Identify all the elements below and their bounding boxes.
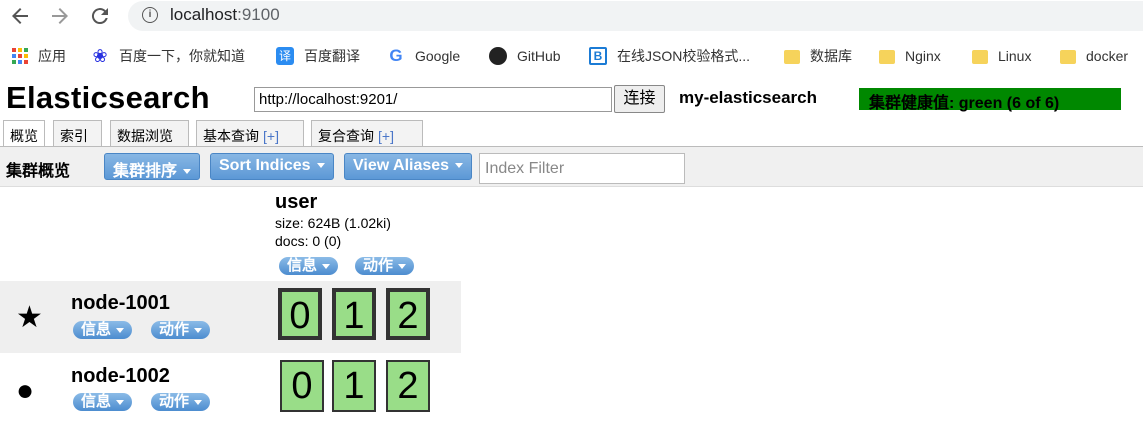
app-title: Elasticsearch (6, 80, 210, 115)
cluster-health-badge: 集群健康值: green (6 of 6) (859, 88, 1121, 112)
bookmark-json-validator[interactable]: B 在线JSON校验格式... (589, 45, 750, 67)
node-info-button[interactable]: 信息 (73, 321, 133, 339)
url-box[interactable]: i localhost:9100 (128, 1, 1143, 31)
node-info-button[interactable]: 信息 (73, 393, 133, 411)
index-action-button[interactable]: 动作 (355, 257, 415, 275)
folder-icon (784, 50, 800, 64)
node-action-button[interactable]: 动作 (151, 393, 211, 411)
chevron-down-icon (316, 163, 325, 169)
info-icon[interactable]: i (142, 7, 158, 23)
chevron-down-icon (194, 327, 203, 333)
bookmark-folder-linux[interactable]: Linux (972, 45, 1031, 67)
shard-replica[interactable]: 0 (280, 360, 324, 412)
bookmark-folder-docker[interactable]: docker (1060, 45, 1128, 67)
index-size: size: 624B (1.02ki) (275, 215, 391, 231)
index-name: user (275, 191, 318, 213)
chevron-down-icon (194, 399, 203, 405)
chevron-down-icon (116, 327, 125, 333)
tab-indices[interactable]: 索引 (53, 120, 102, 147)
bookmark-baidu[interactable]: ❀ 百度一下，你就知道 (91, 45, 245, 67)
chevron-down-icon (183, 169, 192, 175)
shard-replica[interactable]: 1 (332, 360, 376, 412)
cluster-sort-button[interactable]: 集群排序 (104, 153, 201, 180)
bookmark-folder-nginx[interactable]: Nginx (879, 45, 941, 67)
cluster-name: my-elasticsearch (679, 88, 817, 107)
github-icon (489, 47, 507, 65)
shard-primary[interactable]: 0 (278, 288, 322, 340)
overview-toolbar: 集群概览 集群排序 Sort Indices View Aliases (0, 147, 1143, 187)
bookmark-github[interactable]: GitHub (489, 45, 561, 67)
shard-primary[interactable]: 2 (386, 288, 430, 340)
connection-url-input[interactable] (254, 87, 612, 112)
connect-button[interactable]: 连接 (614, 85, 665, 113)
google-icon: G (389, 46, 403, 65)
tab-basic-query[interactable]: 基本查询 [+] (196, 120, 304, 147)
sort-indices-button[interactable]: Sort Indices (210, 153, 334, 180)
chevron-down-icon (322, 263, 331, 269)
folder-icon (1060, 50, 1076, 64)
main-tabs: 概览 索引 数据浏览 基本查询 [+] 复合查询 [+] (0, 120, 1143, 147)
chevron-down-icon (116, 399, 125, 405)
bookmark-apps[interactable]: 应用 (12, 45, 66, 67)
folder-icon (879, 50, 895, 64)
bookmark-folder-database[interactable]: 数据库 (784, 45, 852, 67)
browser-address-bar: i localhost:9100 (0, 0, 1143, 34)
chevron-down-icon (455, 163, 464, 169)
index-filter-input[interactable] (479, 153, 685, 184)
tab-overview[interactable]: 概览 (3, 120, 45, 147)
bookmarks-bar: 应用 ❀ 百度一下，你就知道 译 百度翻译 G Google GitHub B … (0, 38, 1143, 74)
view-aliases-button[interactable]: View Aliases (344, 153, 473, 180)
chevron-down-icon (398, 263, 407, 269)
tab-complex-query[interactable]: 复合查询 [+] (311, 120, 423, 147)
shard-primary[interactable]: 1 (332, 288, 376, 340)
bookmark-google[interactable]: G Google (387, 45, 460, 67)
translate-icon: 译 (276, 47, 294, 65)
node-name: node-1002 (71, 365, 170, 387)
index-docs: docs: 0 (0) (275, 233, 342, 249)
star-icon: ★ (16, 301, 43, 334)
folder-icon (972, 50, 988, 64)
bookmark-baidu-translate[interactable]: 译 百度翻译 (276, 45, 360, 67)
reload-icon[interactable] (88, 4, 112, 28)
overview-title: 集群概览 (6, 163, 71, 180)
back-arrow-icon[interactable] (8, 4, 32, 28)
index-info-button[interactable]: 信息 (279, 257, 339, 275)
json-b-icon: B (589, 47, 607, 65)
apps-grid-icon (12, 48, 28, 64)
forward-arrow-icon[interactable] (48, 4, 72, 28)
baidu-paw-icon: ❀ (92, 46, 108, 66)
node-action-button[interactable]: 动作 (151, 321, 211, 339)
node-name: node-1001 (71, 292, 170, 314)
circle-icon: ● (16, 374, 35, 407)
index-header: user size: 624B (1.02ki) docs: 0 (0) (275, 190, 465, 250)
shard-replica[interactable]: 2 (386, 360, 430, 412)
tab-browser[interactable]: 数据浏览 (110, 120, 189, 147)
url-text: localhost:9100 (170, 5, 280, 24)
